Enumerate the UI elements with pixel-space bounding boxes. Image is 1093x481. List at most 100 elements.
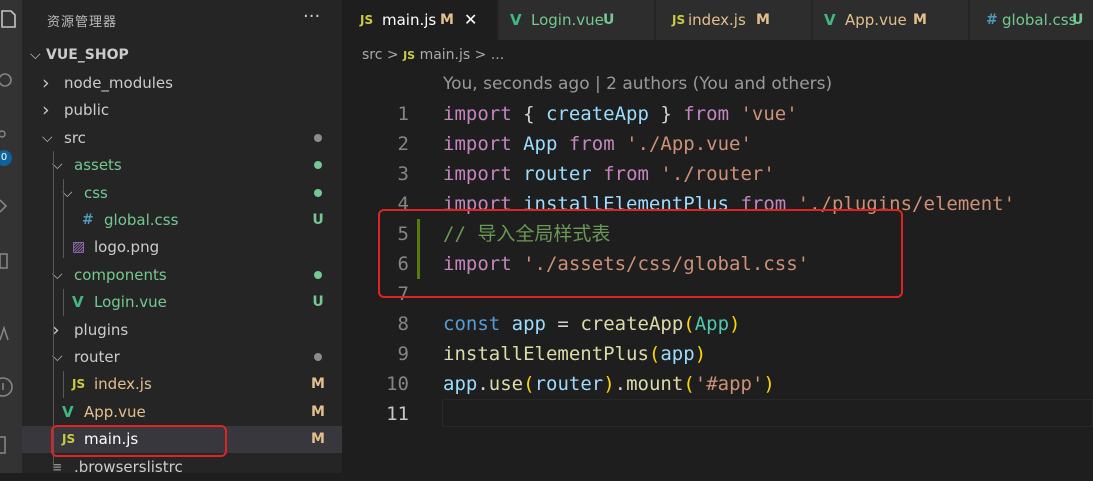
tree-item-router[interactable]: ⌵ router: [22, 344, 342, 371]
line-number: 8: [397, 313, 409, 335]
tree-item-login-vue[interactable]: V Login.vue U: [22, 289, 342, 316]
tab-global-css[interactable]: # global.css U: [970, 0, 1093, 40]
git-status-dot: [311, 180, 325, 207]
tab-git-status: M: [440, 12, 454, 28]
css-file-icon: #: [82, 212, 94, 228]
code-text: import { createApp } from 'vue': [443, 103, 798, 125]
run-debug-icon[interactable]: [0, 195, 22, 217]
image-file-icon: ▨: [72, 239, 86, 256]
files-icon[interactable]: [0, 8, 22, 30]
breadcrumb-file[interactable]: main.js: [420, 47, 471, 63]
line-number: 10: [386, 373, 409, 395]
indent-guide: [63, 289, 64, 316]
code-line[interactable]: 1 import { createApp } from 'vue': [342, 99, 1093, 129]
code-line[interactable]: 9 installElementPlus(app): [342, 339, 1093, 369]
extensions-icon[interactable]: [0, 250, 22, 272]
search-icon[interactable]: [0, 70, 22, 92]
tree-item-label: index.js: [94, 375, 152, 394]
project-root[interactable]: ⌵ VUE_SHOP: [22, 42, 342, 69]
tree-item-src[interactable]: ⌵ src: [22, 125, 342, 152]
indent-guide: [63, 371, 64, 398]
code-text: import App from './App.vue': [443, 133, 752, 155]
breadcrumb-separator: >: [386, 47, 399, 63]
git-status-dot: [311, 125, 325, 152]
git-status-badge: M: [311, 376, 325, 393]
line-number: 9: [397, 343, 409, 365]
code-line[interactable]: 10 app.use(router).mount('#app'): [342, 369, 1093, 399]
tree-item-browserslistrc[interactable]: ≡ .browserslistrc: [22, 454, 342, 481]
tab-app-vue[interactable]: V App.vue M: [813, 0, 969, 40]
indent-guide: [53, 151, 54, 464]
js-file-icon: JS: [72, 377, 86, 392]
tab-label: global.css: [1002, 11, 1077, 29]
git-status-dot: [311, 262, 325, 289]
git-blame-codelens[interactable]: You, seconds ago | 2 authors (You and ot…: [443, 74, 832, 94]
account-icon[interactable]: [0, 376, 22, 398]
breadcrumb-folder[interactable]: src: [362, 47, 382, 63]
tab-label: App.vue: [845, 11, 907, 29]
tree-item-node-modules[interactable]: › node_modules: [22, 70, 342, 97]
source-control-icon[interactable]: [0, 128, 22, 150]
more-actions-button[interactable]: ···: [303, 6, 320, 27]
tree-item-label: global.css: [104, 211, 179, 229]
chevron-right-icon: ›: [42, 99, 50, 122]
tree-item-index-js[interactable]: JS index.js M: [22, 371, 342, 398]
git-status-dot: [311, 152, 325, 179]
close-tab-icon[interactable]: ✕: [464, 0, 477, 40]
main-js-highlight: [51, 425, 227, 457]
git-status-badge: U: [312, 212, 324, 228]
explorer-header: 资源管理器 ···: [22, 0, 342, 38]
code-line[interactable]: 8 const app = createApp(App): [342, 309, 1093, 339]
tab-index-js[interactable]: JS index.js M: [656, 0, 812, 40]
tree-item-components[interactable]: ⌵ components: [22, 262, 342, 289]
tree-item-label: .browserslistrc: [74, 457, 183, 476]
vue-file-icon: V: [824, 11, 836, 29]
tab-login-vue[interactable]: V Login.vue U: [499, 0, 655, 40]
code-line[interactable]: 11: [342, 399, 1093, 429]
js-file-icon: JS: [403, 49, 416, 62]
git-status-badge: M: [311, 431, 325, 448]
line-number: 11: [386, 403, 409, 425]
code-line[interactable]: 2 import App from './App.vue': [342, 129, 1093, 159]
tree-item-label: logo.png: [94, 238, 160, 257]
tree-item-css[interactable]: ⌵ css: [22, 180, 342, 207]
tab-git-status: M: [756, 12, 770, 28]
tree-item-label: assets: [74, 156, 122, 175]
tab-label: index.js: [688, 11, 746, 29]
chevron-down-icon: ⌵: [42, 129, 53, 146]
tree-item-label: public: [64, 101, 110, 120]
code-text: import router from './router': [443, 163, 775, 185]
editor-tabs: JS main.js M ✕ V Login.vue U JS index.js M V App.vu…: [342, 0, 1093, 40]
settings-icon[interactable]: [0, 434, 22, 456]
tab-main-js[interactable]: JS main.js M ✕: [342, 0, 498, 40]
tree-item-label: plugins: [74, 320, 129, 339]
remote-icon[interactable]: [0, 322, 22, 344]
tree-item-logo-png[interactable]: ▨ logo.png: [22, 234, 342, 261]
tree-item-public[interactable]: › public: [22, 97, 342, 124]
vue-file-icon: V: [72, 293, 84, 312]
tree-item-label: css: [84, 183, 108, 202]
tree-item-label: Login.vue: [94, 293, 167, 312]
code-line[interactable]: 3 import router from './router': [342, 159, 1093, 189]
code-text: installElementPlus(app): [443, 343, 707, 365]
tree-item-global-css[interactable]: # global.css U: [22, 207, 342, 234]
code-text: const app = createApp(App): [443, 313, 741, 335]
indent-guide: [63, 179, 64, 258]
tree-item-label: node_modules: [64, 74, 173, 92]
git-status-badge: U: [312, 294, 324, 311]
chevron-down-icon: ⌵: [30, 47, 41, 63]
tab-label: Login.vue: [531, 11, 604, 29]
vue-file-icon: V: [62, 402, 74, 421]
line-number: 2: [397, 133, 409, 155]
tab-git-status: U: [603, 12, 615, 28]
git-status-badge: M: [311, 403, 325, 420]
tree-item-assets[interactable]: ⌵ assets: [22, 152, 342, 179]
breadcrumb-symbols[interactable]: > ...: [475, 47, 505, 63]
tab-label: main.js: [382, 11, 437, 29]
js-file-icon: JS: [360, 13, 374, 27]
explorer-sidebar: 资源管理器 ··· ⌵ VUE_SHOP › node_modules › publi…: [22, 0, 342, 476]
tree-item-app-vue[interactable]: V App.vue M: [22, 399, 342, 426]
tree-item-plugins[interactable]: › plugins: [22, 317, 342, 344]
chevron-right-icon: ›: [42, 72, 50, 94]
tab-git-status: M: [913, 12, 927, 28]
